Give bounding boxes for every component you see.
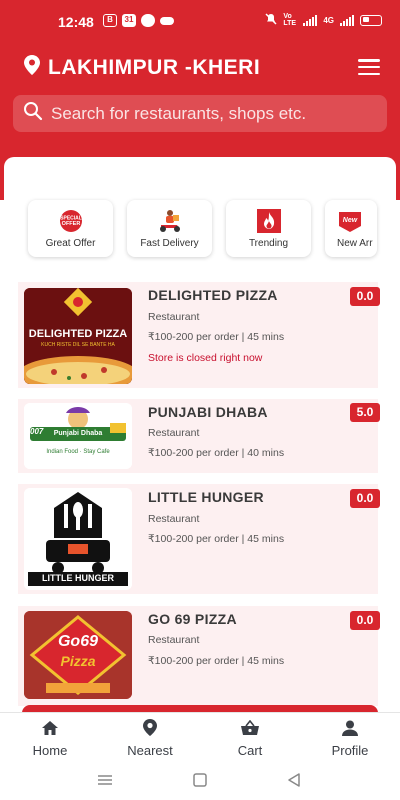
person-icon — [342, 720, 358, 741]
category-label: Fast Delivery — [140, 238, 199, 249]
logo-tagline: KUCH RISTE DIL SE BANTE HA — [41, 342, 115, 348]
restaurant-name: GO 69 PIZZA — [148, 611, 237, 627]
nav-label: Home — [32, 742, 68, 758]
status-time: 12:48 — [58, 14, 94, 30]
system-navigation-bar — [0, 764, 400, 800]
logo-text: DELIGHTED PIZZA — [28, 328, 128, 340]
svg-text:OFFER: OFFER — [61, 221, 80, 227]
hamburger-menu-icon[interactable] — [358, 59, 380, 75]
home-button-icon[interactable] — [193, 773, 207, 792]
new-ribbon-icon: New — [337, 210, 363, 232]
svg-text:New: New — [343, 217, 358, 224]
restaurant-name: PUNJABI DHABA — [148, 404, 268, 420]
category-label: New Arr — [337, 238, 373, 249]
restaurant-type: Restaurant — [148, 427, 200, 439]
restaurant-logo: 007 Punjabi Dhaba Indian Food · Stay Caf… — [24, 403, 132, 469]
flame-icon — [256, 209, 282, 233]
location-name: LAKHIMPUR -KHERI — [48, 55, 261, 79]
category-row: SPECIAL OFFER Great Offer Fast Delivery T… — [28, 200, 377, 257]
category-trending[interactable]: Trending — [226, 200, 311, 257]
category-label: Great Offer — [45, 238, 96, 249]
nav-profile[interactable]: Profile — [300, 713, 400, 764]
restaurant-name: DELIGHTED PIZZA — [148, 287, 278, 303]
mute-icon — [265, 13, 277, 27]
rating-badge: 0.0 — [350, 489, 380, 508]
restaurant-logo: DELIGHTED PIZZA KUCH RISTE DIL SE BANTE … — [24, 288, 132, 384]
signal-icon — [303, 14, 318, 26]
nav-label: Nearest — [127, 743, 173, 758]
bottom-navigation: Home Nearest Cart Profile — [0, 712, 400, 764]
calendar-icon: 31 — [122, 14, 136, 27]
rating-badge: 0.0 — [350, 611, 380, 630]
logo-sub: Pizza — [60, 653, 96, 669]
b-app-icon: B — [103, 14, 117, 27]
restaurant-type: Restaurant — [148, 311, 200, 323]
logo-tagline: Indian Food · Stay Cafe — [46, 449, 110, 455]
logo-text: Punjabi Dhaba — [53, 430, 103, 437]
special-offer-badge-icon: SPECIAL OFFER — [58, 210, 84, 232]
cloud-icon — [160, 17, 174, 25]
restaurant-type: Restaurant — [148, 634, 200, 646]
home-icon — [41, 720, 59, 741]
basket-icon — [240, 719, 260, 741]
logo-text: Go69 — [57, 633, 98, 650]
status-bar: 12:48 B 31 Vo LTE 4G — [0, 0, 400, 38]
whatsapp-icon — [141, 14, 155, 27]
rating-badge: 5.0 — [350, 403, 380, 422]
restaurant-name: LITTLE HUNGER — [148, 489, 264, 505]
nav-home[interactable]: Home — [0, 713, 100, 764]
battery-icon — [360, 14, 382, 26]
restaurant-card-punjabi-dhaba[interactable]: 007 Punjabi Dhaba Indian Food · Stay Caf… — [18, 399, 380, 473]
nav-cart[interactable]: Cart — [200, 713, 300, 764]
category-new-arrivals[interactable]: New New Arr — [325, 200, 377, 257]
net-gen-label: 4G — [323, 15, 334, 25]
recent-apps-icon[interactable] — [97, 773, 113, 792]
restaurant-price-time: ₹100-200 per order | 45 mins — [148, 331, 285, 343]
restaurant-card-little-hunger[interactable]: LITTLE HUNGER LITTLE HUNGER Restaurant ₹… — [18, 484, 380, 594]
network-label: Vo LTE — [283, 13, 297, 27]
nav-nearest[interactable]: Nearest — [100, 713, 200, 764]
search-bar[interactable] — [13, 95, 387, 132]
category-label: Trending — [248, 238, 289, 249]
category-great-offer[interactable]: SPECIAL OFFER Great Offer — [28, 200, 113, 257]
restaurant-logo: LITTLE HUNGER — [24, 488, 132, 590]
restaurant-card-delighted-pizza[interactable]: DELIGHTED PIZZA KUCH RISTE DIL SE BANTE … — [18, 282, 380, 388]
status-notification-icons: B 31 — [103, 14, 174, 27]
location-pin-icon — [143, 719, 157, 741]
restaurant-price-time: ₹100-200 per order | 45 mins — [148, 655, 285, 667]
nav-label: Profile — [331, 742, 369, 758]
restaurant-logo: Go69 Pizza — [24, 611, 132, 699]
search-icon — [23, 101, 43, 126]
restaurant-price-time: ₹100-200 per order | 40 mins — [148, 447, 285, 459]
category-fast-delivery[interactable]: Fast Delivery — [127, 200, 212, 257]
logo-text: LITTLE HUNGER — [42, 573, 114, 583]
search-input[interactable] — [51, 103, 371, 124]
rating-badge: 0.0 — [350, 287, 380, 306]
location-selector[interactable]: LAKHIMPUR -KHERI — [24, 55, 260, 80]
nav-label: Cart — [237, 742, 263, 758]
status-system-icons: Vo LTE 4G — [265, 13, 382, 27]
signal-icon-2 — [340, 14, 354, 26]
restaurant-type: Restaurant — [148, 513, 200, 525]
location-pin-icon — [24, 55, 40, 80]
restaurant-price-time: ₹100-200 per order | 45 mins — [148, 533, 285, 545]
store-status: Store is closed right now — [148, 352, 263, 364]
restaurant-card-go-69-pizza[interactable]: Go69 Pizza GO 69 PIZZA Restaurant ₹100-2… — [18, 606, 380, 706]
back-button-icon[interactable] — [287, 773, 301, 792]
delivery-scooter-icon — [157, 210, 183, 232]
